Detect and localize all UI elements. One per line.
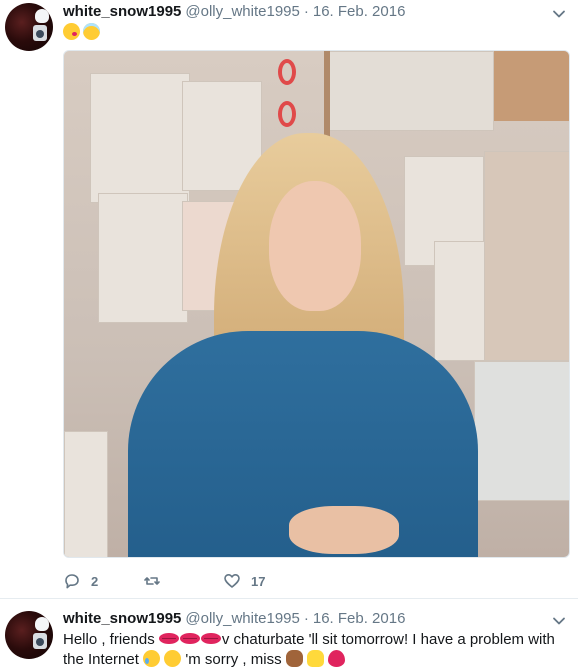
kiss-mark-icon (179, 633, 200, 644)
sketch-figure (64, 431, 108, 557)
tweet-actions: 2 17 (63, 570, 303, 592)
retweet-button[interactable] (143, 572, 223, 590)
display-name[interactable]: white_snow1995 (63, 3, 181, 20)
tweet-date[interactable]: 16. Feb. 2016 (313, 3, 406, 20)
cat-sticker-icon (35, 617, 49, 631)
separator-dot: · (303, 610, 309, 627)
heart-icon (328, 650, 346, 667)
cork-board (494, 51, 569, 121)
tweet-text-part: 'm sorry , miss (181, 651, 286, 668)
see-no-evil-monkey-icon (285, 650, 303, 667)
camera-icon (33, 633, 47, 649)
person-icon (306, 650, 324, 667)
tweet-photo[interactable] (63, 50, 570, 558)
tweet-text: Hello , friends v chaturbate 'll sit tom… (63, 630, 568, 668)
username-handle[interactable]: @olly_white1995 (185, 3, 299, 20)
like-count: 17 (251, 573, 266, 589)
avatar[interactable] (5, 611, 53, 659)
sketch-figure (484, 151, 569, 361)
sketch-bust (474, 361, 569, 501)
confounded-face-icon (164, 650, 182, 667)
sketch-portrait (90, 73, 190, 203)
sketch-portrait (98, 193, 188, 323)
tweet-text (63, 23, 100, 40)
avatar[interactable] (5, 3, 53, 51)
face-blowing-kiss-icon (63, 23, 80, 40)
display-name[interactable]: white_snow1995 (63, 610, 181, 627)
smiling-face-with-halo-icon (83, 23, 100, 40)
separator-dot: · (303, 3, 309, 20)
cat-sticker-icon (35, 9, 49, 23)
camera-icon (33, 25, 47, 41)
like-button[interactable]: 17 (223, 572, 303, 590)
sketch-top (324, 51, 494, 131)
username-handle[interactable]: @olly_white1995 (185, 610, 299, 627)
tweet-date[interactable]: 16. Feb. 2016 (313, 610, 406, 627)
crying-face-icon (143, 650, 161, 667)
chevron-down-icon[interactable] (552, 614, 566, 628)
heart-icon (224, 574, 240, 588)
tweet-text-part: Hello , friends (63, 631, 159, 648)
tweet[interactable]: white_snow1995 @olly_white1995 · 16. Feb… (0, 0, 578, 599)
reply-icon (65, 574, 79, 589)
person-hands (289, 506, 399, 554)
red-loop-decoration (278, 101, 296, 127)
red-loop-decoration (278, 59, 296, 85)
kiss-mark-icon (200, 633, 221, 644)
chevron-down-icon[interactable] (552, 7, 566, 21)
person-face (269, 181, 361, 311)
retweet-icon (144, 577, 160, 585)
kiss-mark-icon (158, 633, 179, 644)
reply-count: 2 (91, 573, 99, 589)
reply-button[interactable]: 2 (63, 572, 143, 590)
tweet[interactable]: white_snow1995 @olly_white1995 · 16. Feb… (0, 600, 578, 668)
tweet-header: white_snow1995 @olly_white1995 · 16. Feb… (63, 610, 405, 630)
tweet-header: white_snow1995 @olly_white1995 · 16. Feb… (63, 3, 405, 23)
